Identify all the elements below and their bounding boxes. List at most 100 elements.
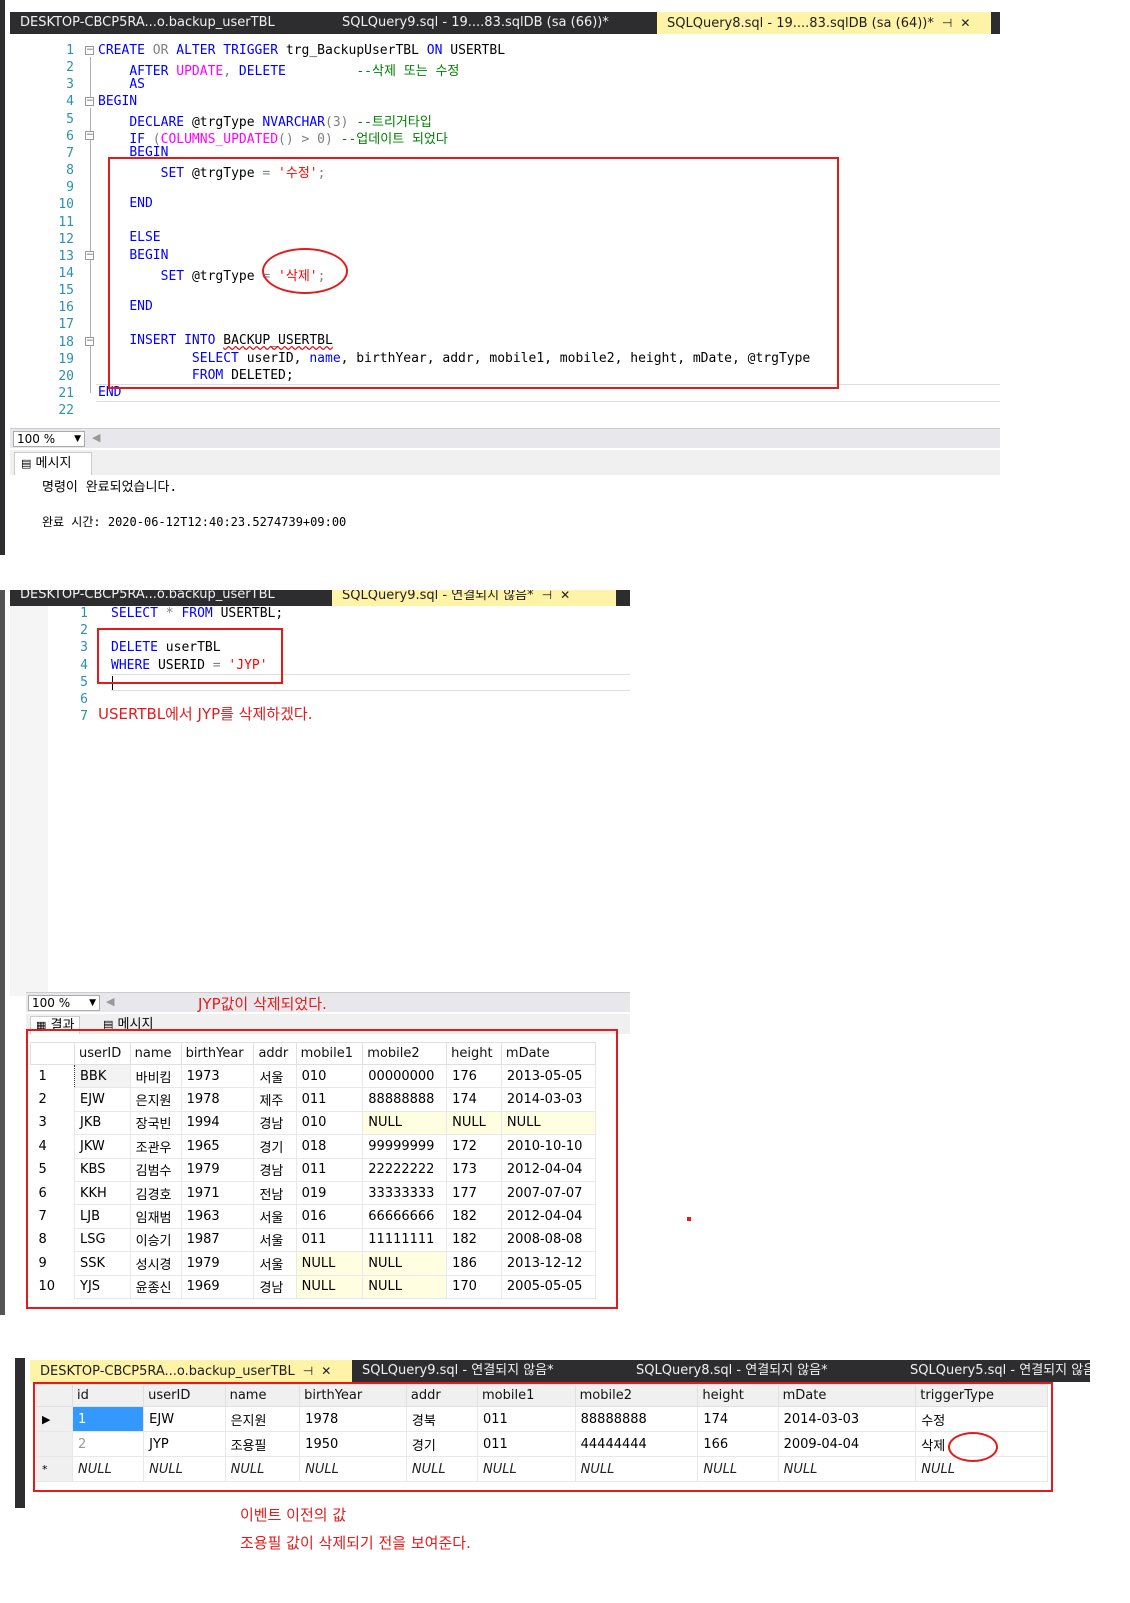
zoom-value: 100 % (32, 996, 71, 1010)
annotation-ellipse (948, 1432, 998, 1462)
tab-sqlquery9[interactable]: SQLQuery9.sql - 연결되지 않음* ⊣ ✕ (332, 590, 616, 606)
annotation-text: USERTBL에서 JYP를 삭제하겠다. (98, 705, 313, 723)
tab-backup-usertbl[interactable]: DESKTOP-CBCP5RA...o.backup_userTBL (10, 590, 332, 606)
code-token: trg_BackupUserTBL (285, 43, 419, 58)
code-token: ON (426, 43, 443, 58)
tab-messages[interactable]: ▤ 메시지 (14, 452, 92, 475)
tab-label: SQLQuery9.sql - 19....83.sqlDB (sa (66))… (342, 15, 609, 30)
code-token: DELETE (238, 64, 286, 79)
line-number: 20 (58, 368, 74, 384)
editor-margin (10, 606, 48, 996)
code-line-1[interactable]: CREATE OR ALTER TRIGGER trg_BackupUserTB… (98, 43, 505, 58)
code-token: * (165, 606, 174, 621)
close-icon[interactable]: ✕ (560, 590, 570, 601)
zoom-select[interactable]: 100 % ▼ (13, 431, 85, 447)
annotation-box (26, 1029, 618, 1309)
tab-label: SQLQuery9.sql - 연결되지 않음* (362, 1363, 554, 1378)
chevron-down-icon: ▼ (89, 998, 96, 1008)
code-token: () > 0) (278, 132, 333, 147)
code-token: COLUMNS_UPDATED (160, 132, 279, 147)
code-line-4[interactable]: BEGIN (98, 94, 137, 109)
line-number: 2 (80, 623, 88, 639)
code-line-3[interactable]: AS (98, 77, 145, 92)
line-number: 6 (66, 128, 74, 144)
completion-label: 완료 시간: (42, 515, 101, 529)
line-number: 18 (58, 334, 74, 350)
line-number: 14 (58, 265, 74, 281)
tab-label: DESKTOP-CBCP5RA...o.backup_userTBL (20, 590, 275, 602)
tab-label: SQLQuery8.sql - 연결되지 않음* (636, 1363, 828, 1378)
code-comment: --삭제 또는 수정 (356, 64, 460, 79)
line-number: 9 (66, 180, 74, 196)
collapse-icon[interactable]: − (85, 97, 94, 106)
line-number: 6 (80, 692, 88, 707)
collapse-icon[interactable]: − (85, 131, 94, 140)
editor-panel-2: DESKTOP-CBCP5RA...o.backup_userTBL SQLQu… (0, 590, 691, 1315)
result-tab-strip: ▤ 메시지 (10, 450, 1000, 475)
line-number: 12 (58, 231, 74, 247)
zoom-value: 100 % (17, 432, 56, 446)
code-token: AS (129, 77, 145, 92)
line-number: 11 (58, 214, 74, 230)
document-tab-bar: DESKTOP-CBCP5RA...o.backup_userTBL SQLQu… (10, 12, 1000, 34)
left-edge-bar (15, 1358, 25, 1508)
tab-label: 메시지 (35, 456, 72, 471)
annotation-ellipse (262, 248, 348, 294)
tab-sqlquery8[interactable]: SQLQuery8.sql - 연결되지 않음* (626, 1360, 900, 1382)
code-token: CREATE (98, 43, 145, 58)
left-edge-bar (0, 590, 5, 1315)
tab-label: SQLQuery5.sql - 연결되지 않음 (910, 1363, 1090, 1378)
left-edge-bar (0, 0, 5, 555)
pin-icon[interactable]: ⊣ (303, 1360, 313, 1382)
tab-label: DESKTOP-CBCP5RA...o.backup_userTBL (40, 1364, 295, 1379)
code-token: FROM (181, 606, 213, 621)
pin-icon[interactable]: ⊣ (942, 12, 952, 34)
tab-backup-usertbl[interactable]: DESKTOP-CBCP5RA...o.backup_userTBL (10, 12, 332, 34)
code-token: USERTBL (450, 43, 506, 58)
annotation-text: JYP값이 삭제되었다. (198, 995, 327, 1013)
code-line-2[interactable]: AFTER UPDATE, DELETE --삭제 또는 수정 (98, 60, 459, 79)
line-number: 5 (80, 674, 88, 690)
collapse-icon[interactable]: − (85, 251, 94, 260)
pin-icon[interactable]: ⊣ (542, 590, 552, 601)
code-token: TRIGGER (223, 43, 279, 58)
tab-backup-usertbl[interactable]: DESKTOP-CBCP5RA...o.backup_userTBL ⊣ ✕ (30, 1360, 352, 1382)
collapse-icon[interactable]: − (85, 337, 94, 346)
line-number: 2 (66, 60, 74, 76)
line-number: 7 (66, 145, 74, 161)
tab-sqlquery5[interactable]: SQLQuery5.sql - 연결되지 않음 (900, 1360, 1090, 1382)
tab-sqlquery9[interactable]: SQLQuery9.sql - 연결되지 않음* (352, 1360, 626, 1382)
close-icon[interactable]: ✕ (321, 1360, 331, 1382)
scroll-left-icon[interactable]: ◀ (92, 431, 100, 444)
tab-label: SQLQuery8.sql - 19....83.sqlDB (sa (64))… (667, 16, 934, 31)
code-line-1[interactable]: SELECT * FROM USERTBL; (111, 606, 283, 621)
line-number: 22 (58, 403, 74, 419)
line-number: 19 (58, 351, 74, 367)
code-comment: --업데이트 되었다 (340, 132, 448, 147)
close-icon[interactable]: ✕ (960, 12, 970, 34)
line-number: 17 (58, 317, 74, 333)
code-token: BEGIN (98, 94, 138, 109)
result-message: 명령이 완료되었습니다. (42, 480, 178, 495)
line-number: 21 (58, 386, 74, 401)
tab-sqlquery8[interactable]: SQLQuery8.sql - 19....83.sqlDB (sa (64))… (657, 12, 991, 34)
code-token: , (223, 64, 232, 79)
line-number: 10 (58, 197, 74, 213)
line-number: 8 (66, 163, 74, 179)
code-token: OR (152, 43, 169, 58)
code-token: USERTBL; (220, 606, 284, 621)
zoom-select[interactable]: 100 % ▼ (28, 995, 100, 1011)
tab-sqlquery9[interactable]: SQLQuery9.sql - 19....83.sqlDB (sa (66))… (332, 12, 657, 34)
chevron-down-icon: ▼ (74, 434, 81, 444)
line-number: 3 (80, 640, 88, 656)
annotation-text: 조용필 값이 삭제되기 전을 보여준다. (240, 1534, 471, 1552)
code-token: UPDATE (176, 64, 224, 79)
line-number: 3 (66, 77, 74, 93)
collapse-icon[interactable]: − (85, 46, 94, 55)
tab-label: SQLQuery9.sql - 연결되지 않음* (342, 590, 534, 603)
scroll-left-icon[interactable]: ◀ (106, 995, 114, 1008)
editor-panel-1: DESKTOP-CBCP5RA...o.backup_userTBL SQLQu… (0, 0, 1000, 555)
annotation-box (33, 1382, 1053, 1492)
annotation-text: 이벤트 이전의 값 (240, 1506, 347, 1524)
document-tab-bar: DESKTOP-CBCP5RA...o.backup_userTBL SQLQu… (10, 590, 630, 606)
